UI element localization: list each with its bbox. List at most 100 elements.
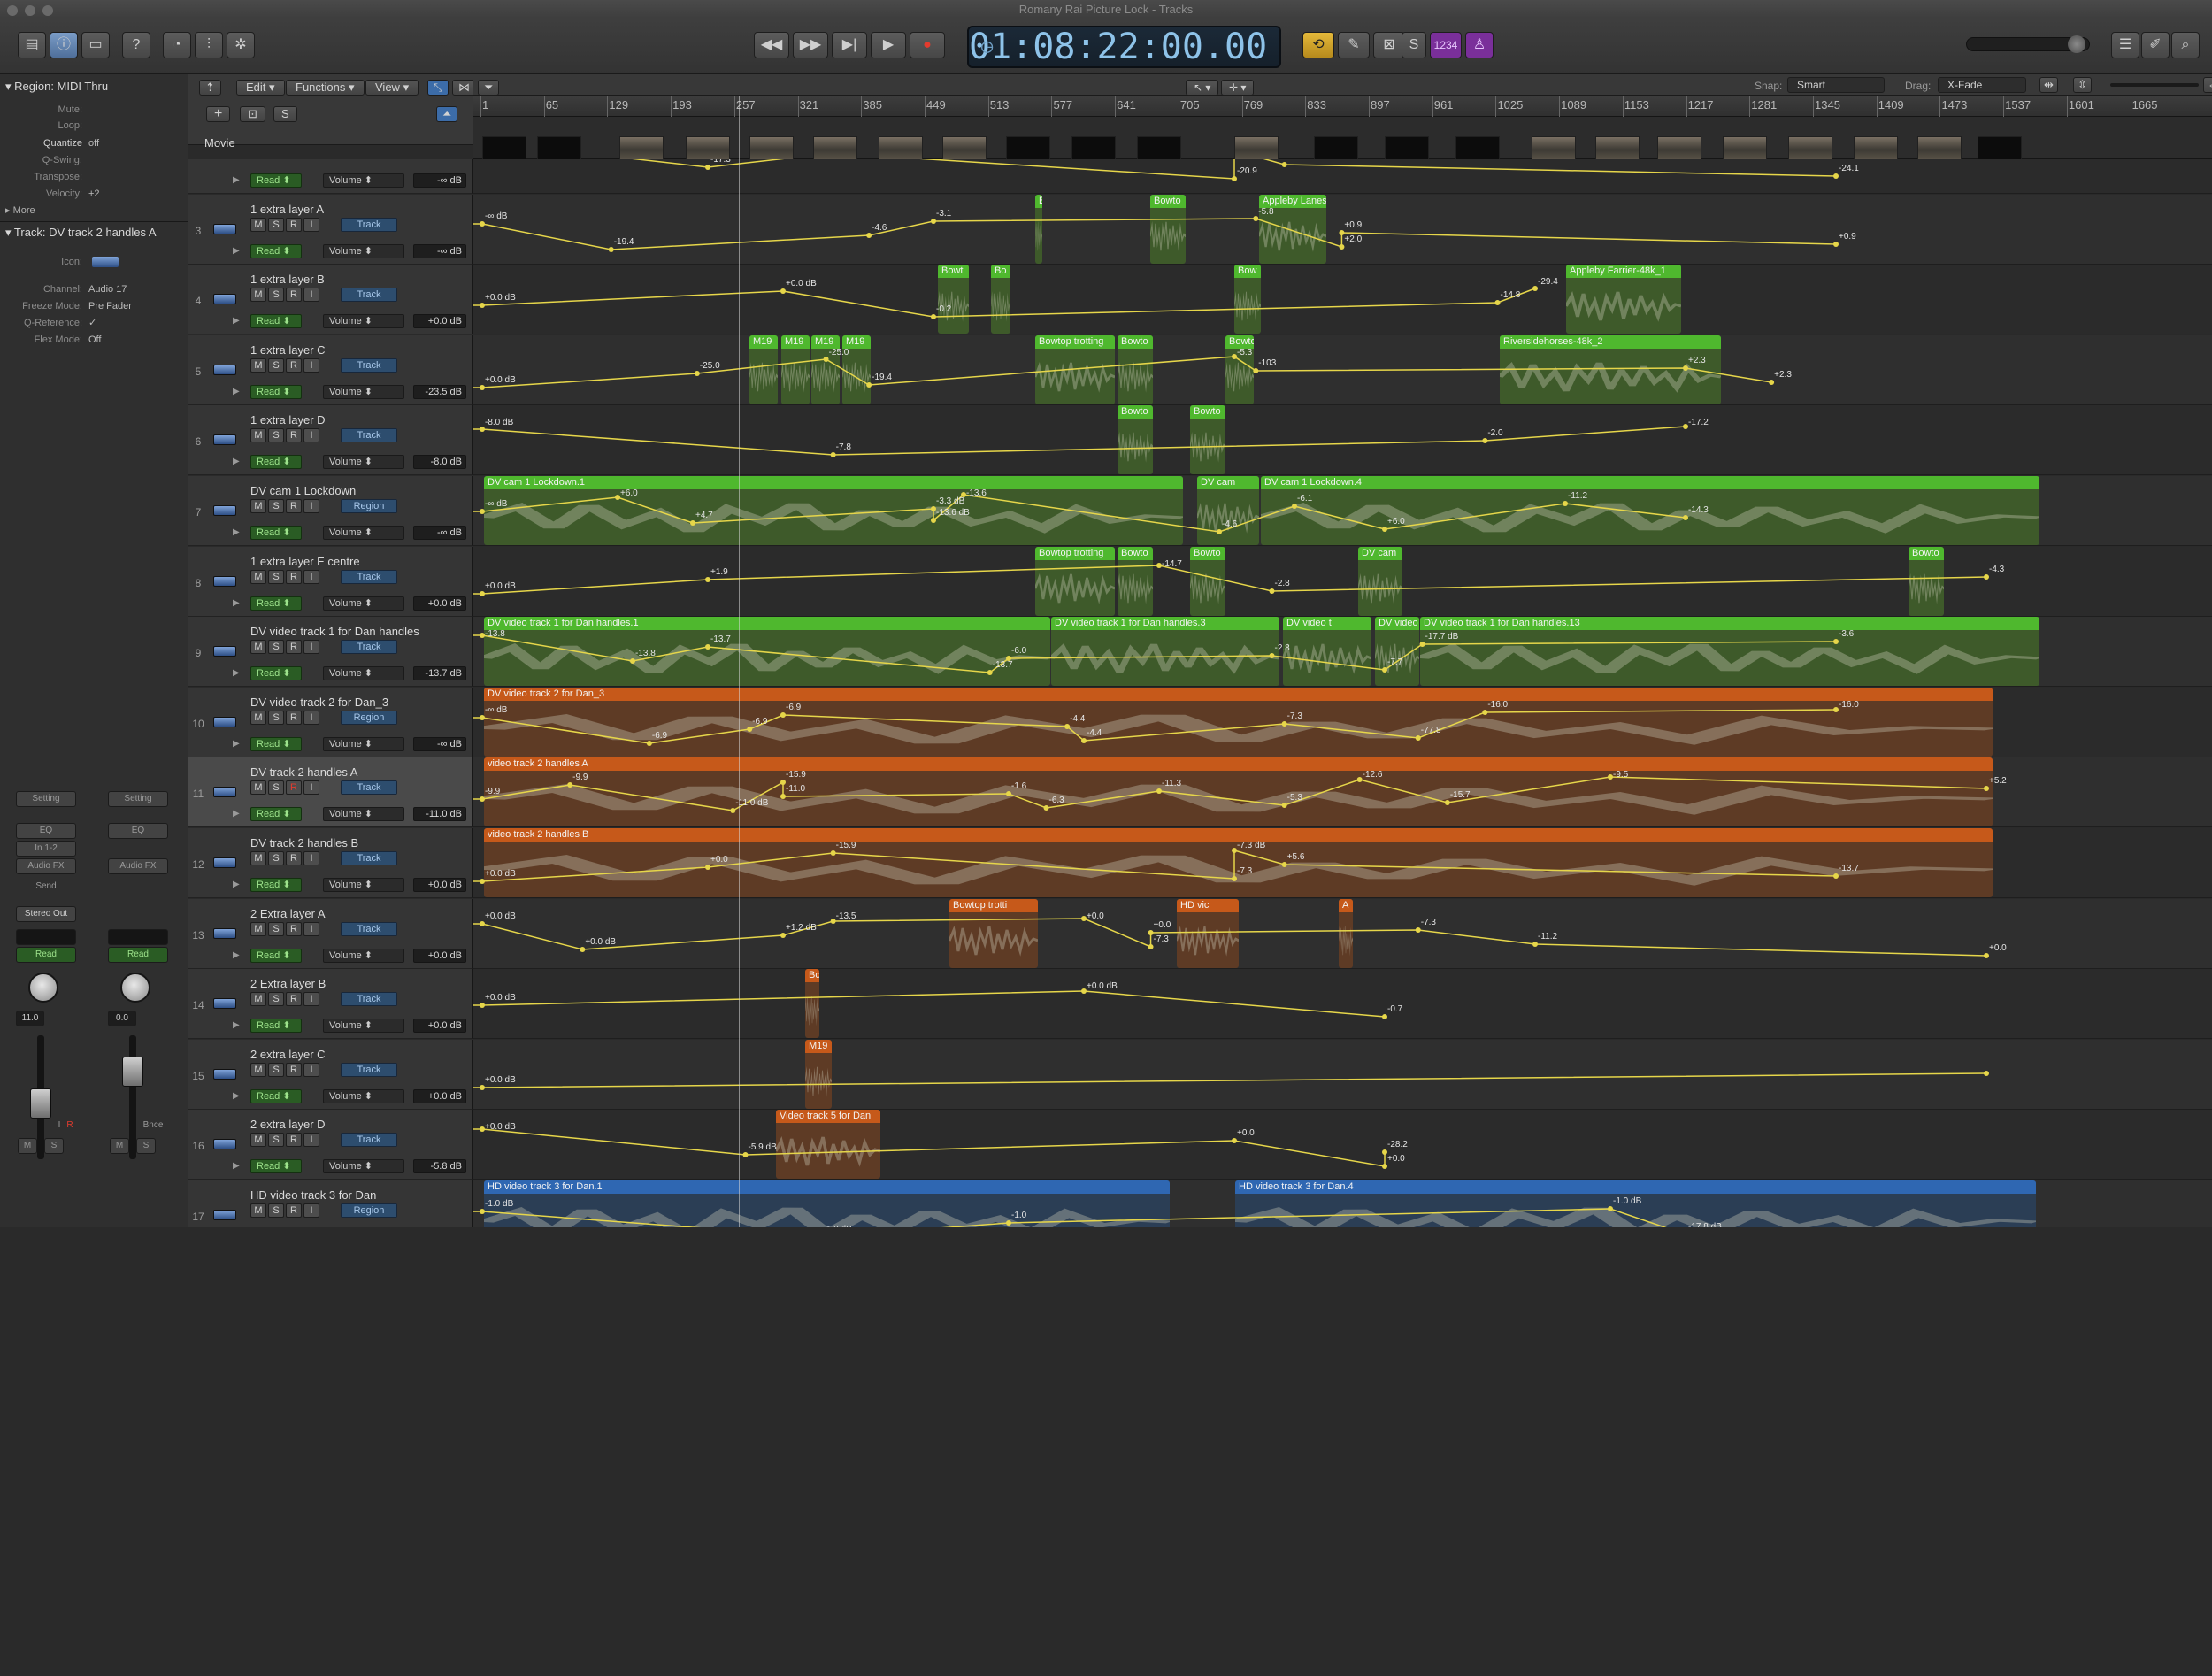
record-enable-button[interactable]: R — [286, 640, 302, 655]
track-lane[interactable]: video track 2 handles A -9.9 -9.9 -11.0 dB -… — [473, 757, 2212, 828]
lcd-display[interactable]: ◷ 01:08:22:00.00 — [967, 26, 1281, 68]
track-name[interactable]: 1 extra layer B — [250, 273, 325, 286]
automation-mode-select[interactable]: Read ⬍ — [250, 243, 302, 258]
disclosure-triangle-icon[interactable]: ▶ — [233, 1161, 240, 1171]
automation-mode-select[interactable]: Read ⬍ — [250, 948, 302, 963]
audio-fx-slot[interactable]: Audio FX — [16, 858, 76, 874]
vertical-zoom-icon[interactable]: ⇳ — [2073, 77, 2092, 93]
track-name[interactable]: DV cam 1 Lockdown — [250, 484, 356, 497]
track-name[interactable]: 1 extra layer A — [250, 203, 324, 216]
track-icon[interactable] — [213, 1210, 236, 1220]
input-monitor-button[interactable]: I — [303, 357, 319, 373]
track-icon[interactable] — [213, 505, 236, 516]
solo-icon[interactable]: S — [1402, 32, 1426, 58]
track-name[interactable]: 1 extra layer C — [250, 343, 326, 357]
solo-button[interactable]: S — [268, 921, 284, 936]
record-button[interactable]: ● — [910, 32, 945, 58]
input-slot[interactable]: In 1-2 — [16, 841, 76, 857]
track-icon[interactable] — [213, 294, 236, 305]
record-enable-button[interactable]: R — [286, 288, 302, 303]
solo-button[interactable]: S — [44, 1138, 64, 1154]
track-header[interactable]: 3 1 extra layer A M S R I Track ▶ Read ⬍ Volume ⬍… — [188, 194, 473, 265]
back-icon[interactable]: ⇡ — [199, 80, 221, 96]
automation-parameter-select[interactable]: Volume ⬍ — [323, 1019, 404, 1034]
track-name[interactable]: 2 extra layer D — [250, 1118, 326, 1131]
track-lane[interactable]: DV cam 1 Lockdown.1 DV cam DV cam 1 Lockdo… — [473, 476, 2212, 546]
snap-select[interactable]: Smart — [1787, 77, 1885, 93]
pencil-icon[interactable]: ✎ — [1338, 32, 1370, 58]
automation-value[interactable]: -∞ dB — [413, 736, 466, 751]
track-lane[interactable]: Bowto Bowto -8.0 dB -7.8 -2.0 -17.2 — [473, 405, 2212, 476]
help-icon[interactable]: ? — [122, 32, 150, 58]
zoom-window-button[interactable] — [42, 5, 53, 16]
mute-button[interactable]: M — [250, 851, 266, 865]
track-icon[interactable] — [213, 434, 236, 446]
solo-button[interactable]: S — [268, 851, 284, 865]
track-header[interactable]: 5 1 extra layer C M S R I Track ▶ Read ⬍ Volume ⬍… — [188, 334, 473, 405]
automation-parameter-select[interactable]: Volume ⬍ — [323, 243, 404, 258]
track-lane[interactable]: Bo +0.0 dB +0.0 dB -0.7 — [473, 969, 2212, 1040]
track-lane[interactable]: M19 M19 M19 M19 Bowtop trotting Bowto Bowto Riv… — [473, 334, 2212, 405]
inspector-row[interactable]: Freeze Mode: Pre Fader — [0, 299, 181, 313]
track-name[interactable]: 2 Extra layer B — [250, 977, 326, 990]
track-name[interactable]: 2 extra layer C — [250, 1048, 326, 1061]
disclosure-triangle-icon[interactable]: ▶ — [233, 1091, 240, 1101]
track-name[interactable]: 1 extra layer D — [250, 413, 326, 427]
input-monitor-button[interactable]: I — [303, 780, 319, 796]
mute-button[interactable]: M — [250, 499, 266, 513]
automation-curve[interactable] — [473, 757, 2212, 827]
mixer-icon[interactable]: ⫶ — [195, 32, 223, 58]
inspector-row[interactable]: Transpose: — [0, 170, 181, 184]
record-enable-button[interactable]: R — [286, 499, 302, 513]
input-monitor-button[interactable]: I — [303, 992, 319, 1007]
playhead[interactable] — [739, 96, 740, 1227]
record-enable-button[interactable]: R — [286, 1133, 302, 1148]
automation-parameter-select[interactable]: Volume ⬍ — [323, 666, 404, 681]
track-mode-button[interactable]: Track — [341, 428, 397, 443]
automation-read-button[interactable]: Read — [108, 947, 168, 963]
inspector-row[interactable]: Icon: — [0, 255, 181, 269]
automation-mode-select[interactable]: Read ⬍ — [250, 173, 302, 188]
automation-mode-select[interactable]: Read ⬍ — [250, 666, 302, 681]
track-lane[interactable]: Bowtop trottingBowtoAppleby Lanes 2-∞ dB… — [473, 194, 2212, 265]
eq-button[interactable]: EQ — [108, 823, 168, 839]
mute-button[interactable]: M — [250, 780, 266, 796]
record-enable-button[interactable]: R — [286, 851, 302, 865]
automation-parameter-select[interactable]: Volume ⬍ — [323, 736, 404, 751]
record-enable-button[interactable]: R — [286, 921, 302, 936]
track-header[interactable]: 4 1 extra layer B M S R I Track ▶ Read ⬍ Volume ⬍… — [188, 265, 473, 335]
track-name[interactable]: DV track 2 handles B — [250, 836, 358, 850]
track-mode-button[interactable]: Track — [341, 217, 397, 232]
mute-button[interactable]: M — [250, 640, 266, 655]
solo-button[interactable]: S — [268, 499, 284, 513]
catch-icon[interactable]: ⤡ — [427, 80, 449, 96]
mute-button[interactable]: M — [250, 1203, 266, 1218]
automation-value[interactable]: +0.0 dB — [413, 1019, 466, 1034]
library-icon[interactable]: ▤ — [18, 32, 46, 58]
automation-value[interactable]: -∞ dB — [413, 243, 466, 258]
track-header[interactable]: 10 DV video track 2 for Dan_3 M S R I Region ▶ R… — [188, 687, 473, 757]
master-volume-slider[interactable] — [1966, 35, 2090, 53]
track-icon[interactable] — [213, 575, 236, 587]
automation-value[interactable]: +0.0 dB — [413, 596, 466, 611]
fader-cap[interactable] — [122, 1057, 143, 1087]
loop-browser-icon[interactable]: ⌕ — [2171, 32, 2200, 58]
input-monitor-button[interactable]: I — [303, 569, 319, 584]
automation-mode-select[interactable]: Read ⬍ — [250, 526, 302, 540]
record-enable-button[interactable]: R — [286, 428, 302, 443]
track-name[interactable]: DV video track 1 for Dan handles — [250, 625, 419, 638]
track-lane[interactable]: DV video track 1 for Dan handles.1 DV vid… — [473, 617, 2212, 688]
automation-mode-select[interactable]: Read ⬍ — [250, 1019, 302, 1034]
solo-button[interactable]: S — [268, 288, 284, 303]
track-header[interactable]: 11 DV track 2 handles A M S R I Track ▶ Read ⬍ Vo… — [188, 757, 473, 828]
timeline-ruler[interactable]: 1 65 129 193 257 321 385 449 513 577 641 705 769 833 8… — [473, 96, 2212, 117]
mute-button[interactable]: M — [250, 1062, 266, 1077]
track-name[interactable]: 2 Extra layer A — [250, 907, 326, 920]
track-lane[interactable]: Video track 5 for Dan +0.0 dB -5.9 dB +0.0 +… — [473, 1110, 2212, 1180]
input-monitor-button[interactable]: I — [303, 288, 319, 303]
disclosure-triangle-icon[interactable]: ▶ — [233, 598, 240, 608]
automation-value[interactable]: -11.0 dB — [413, 807, 466, 822]
inspector-row[interactable]: Loop: — [0, 119, 181, 133]
fast-forward-button[interactable]: ▶▶ — [793, 32, 828, 58]
track-lane[interactable]: DV video track 2 for Dan_3 -∞ dB -6.9 -6.9-… — [473, 687, 2212, 757]
